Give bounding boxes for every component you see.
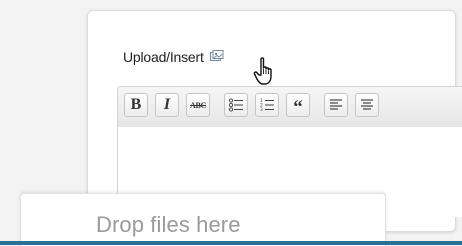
formatting-toolbar: B I ABC 1 2 3 “ [117,86,462,128]
blockquote-button[interactable]: “ [286,93,310,118]
italic-icon: I [163,96,171,113]
ordered-list-button[interactable]: 1 2 3 [255,93,279,117]
align-left-button[interactable] [324,93,348,117]
strikethrough-button[interactable]: ABC [186,93,210,117]
bold-icon: B [130,96,142,113]
bottom-accent-bar [0,241,462,245]
strikethrough-icon: ABC [190,100,206,110]
add-media-icon[interactable] [209,50,224,64]
upload-insert-label: Upload/Insert [123,49,204,65]
align-center-button[interactable] [355,93,379,117]
upload-insert-row: Upload/Insert [123,46,224,68]
hand-pointer-icon [252,56,280,86]
unordered-list-icon [228,98,243,112]
bold-button[interactable]: B [124,93,148,117]
unordered-list-button[interactable] [224,93,248,117]
svg-text:3: 3 [260,107,263,113]
ordered-list-icon: 1 2 3 [260,98,274,113]
align-left-icon [330,99,342,110]
blockquote-icon: “ [293,97,303,118]
drop-zone[interactable]: Drop files here [20,193,386,246]
drop-zone-label: Drop files here [96,212,241,237]
italic-button[interactable]: I [155,93,179,117]
align-center-icon [361,99,373,110]
